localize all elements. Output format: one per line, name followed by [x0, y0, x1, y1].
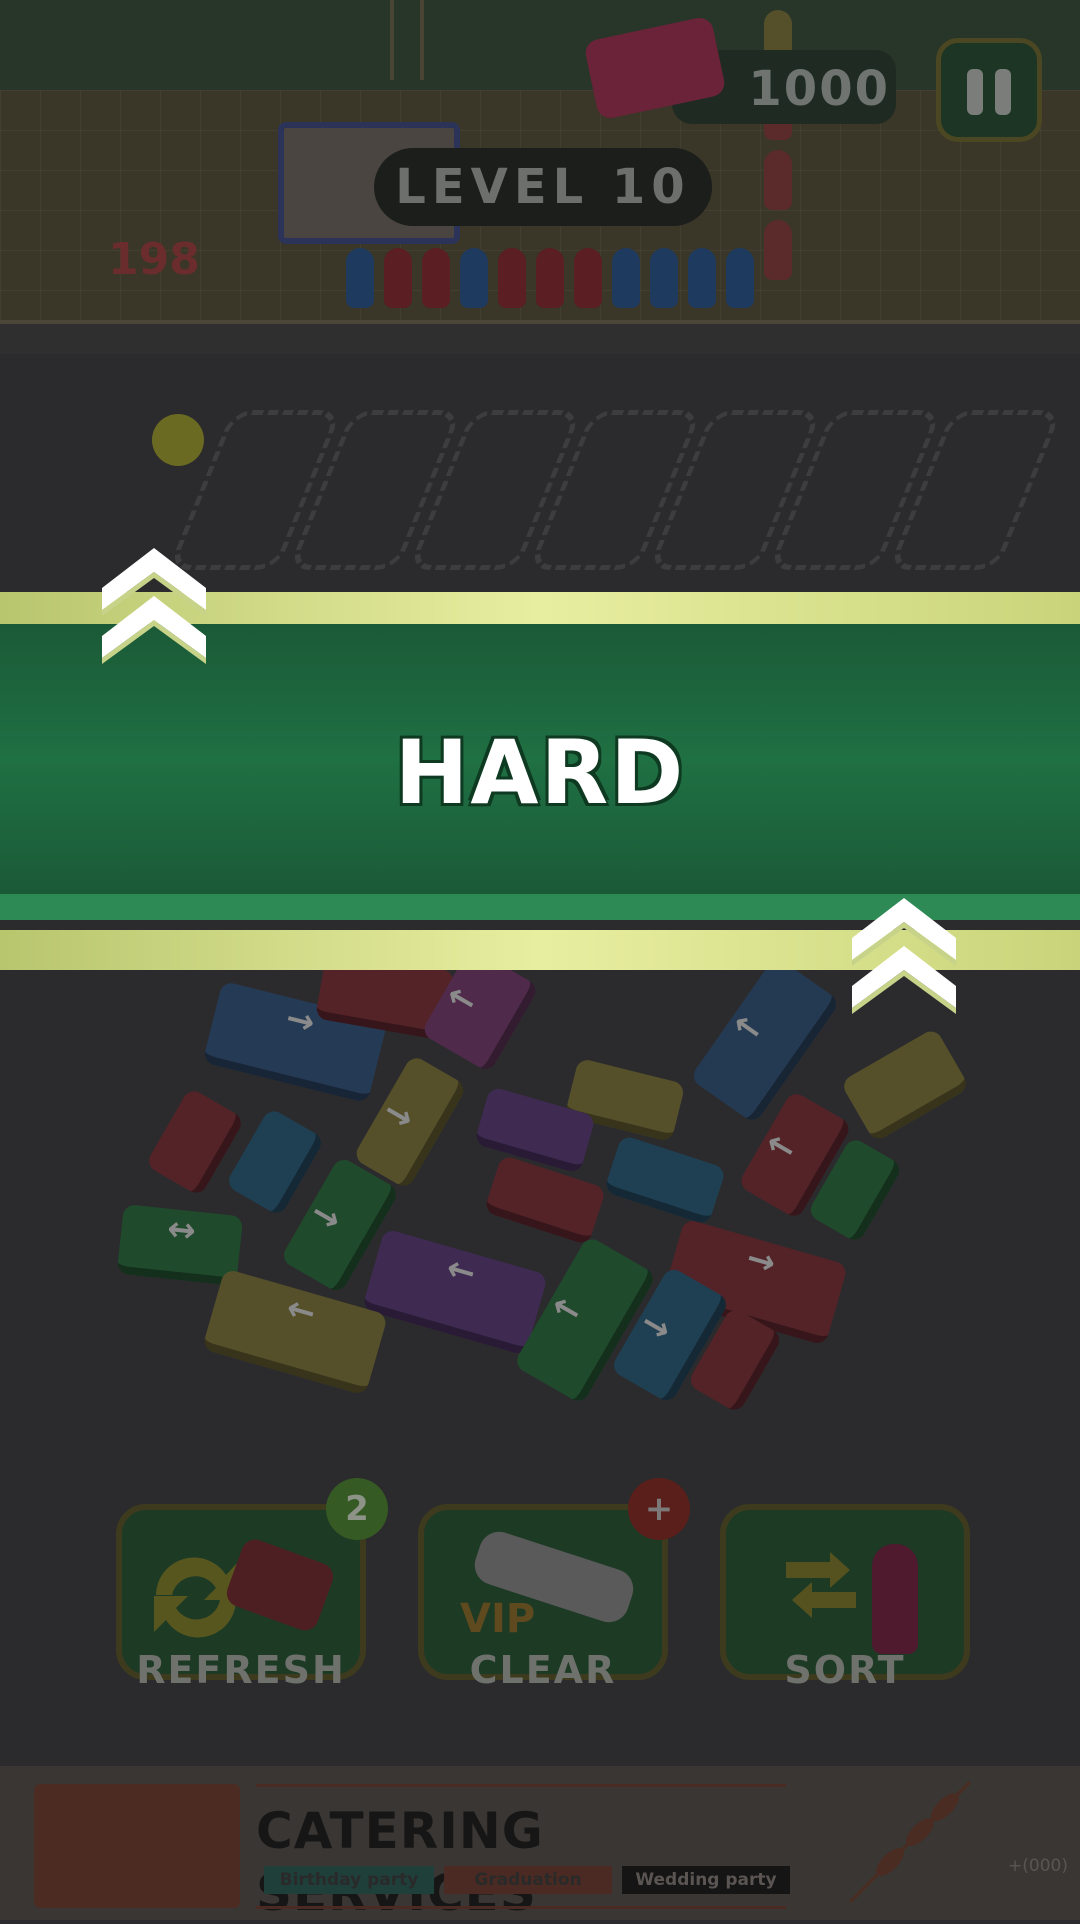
- sort-label: SORT: [784, 1648, 906, 1692]
- ad-food-image: [34, 1784, 240, 1908]
- bus-purple[interactable]: ←: [361, 1228, 549, 1356]
- queue-counter: 198: [108, 234, 200, 285]
- person-icon: [872, 1544, 918, 1654]
- leaf-decoration-icon: [848, 1780, 972, 1904]
- refresh-label: REFRESH: [136, 1648, 346, 1692]
- passenger: [764, 150, 792, 210]
- passenger-blue: [650, 248, 678, 308]
- passenger-column: [760, 0, 796, 290]
- top-bar: [0, 0, 1080, 90]
- passenger-red: [498, 248, 526, 308]
- arrow-horizontal-icon: ↔: [165, 1208, 198, 1252]
- refresh-count-badge: 2: [326, 1478, 388, 1540]
- pause-icon-bar: [995, 69, 1011, 115]
- passenger-queue: [346, 248, 766, 318]
- swap-arrows-icon: [786, 1552, 856, 1618]
- level-indicator: LEVEL 10: [374, 148, 712, 226]
- ad-tag-graduation: Graduation: [444, 1866, 612, 1894]
- passenger-red: [384, 248, 412, 308]
- car-red[interactable]: [483, 1154, 607, 1246]
- ladder-decoration: [390, 0, 424, 80]
- difficulty-label: HARD: [394, 721, 686, 824]
- ad-tag-wedding: Wedding party: [622, 1866, 790, 1894]
- car-blue[interactable]: [603, 1134, 727, 1226]
- arrow-up-icon: ↑: [724, 1005, 774, 1052]
- passenger: [764, 220, 792, 280]
- vip-label: VIP: [460, 1596, 536, 1642]
- station-track: [0, 320, 1080, 354]
- ad-divider: [256, 1784, 786, 1787]
- double-chevron-up-icon: [102, 548, 206, 664]
- van-yellow[interactable]: [839, 1027, 971, 1143]
- pause-button[interactable]: [936, 38, 1042, 142]
- bus-blue[interactable]: ↑: [689, 955, 841, 1125]
- pause-icon: [967, 69, 983, 115]
- ad-tag-birthday: Birthday party: [264, 1866, 434, 1894]
- passenger-blue: [726, 248, 754, 308]
- add-clear-badge[interactable]: +: [628, 1478, 690, 1540]
- coin-count: 1000: [748, 61, 890, 117]
- double-chevron-up-icon: [852, 898, 956, 1014]
- bus-yellow[interactable]: ←: [201, 1268, 389, 1396]
- passenger-blue: [688, 248, 716, 308]
- ad-divider: [256, 1906, 786, 1909]
- clear-label: CLEAR: [469, 1648, 617, 1692]
- passenger-blue: [612, 248, 640, 308]
- passenger-blue: [346, 248, 374, 308]
- passenger-blue: [460, 248, 488, 308]
- passenger-red: [536, 248, 564, 308]
- vehicle-lot: → ↑ ↑ ↓ ↑ ↔ ↓ ← → ← ↑ ↓: [110, 946, 971, 1440]
- emoji-face-icon: [152, 414, 204, 466]
- arrow-left-icon: ←: [441, 1247, 481, 1295]
- ad-phone: +(000): [1008, 1856, 1068, 1876]
- arrow-left-icon: ←: [281, 1287, 321, 1335]
- passenger-red: [422, 248, 450, 308]
- ad-title: CATERING SERVICES: [256, 1802, 544, 1922]
- passenger-red: [574, 248, 602, 308]
